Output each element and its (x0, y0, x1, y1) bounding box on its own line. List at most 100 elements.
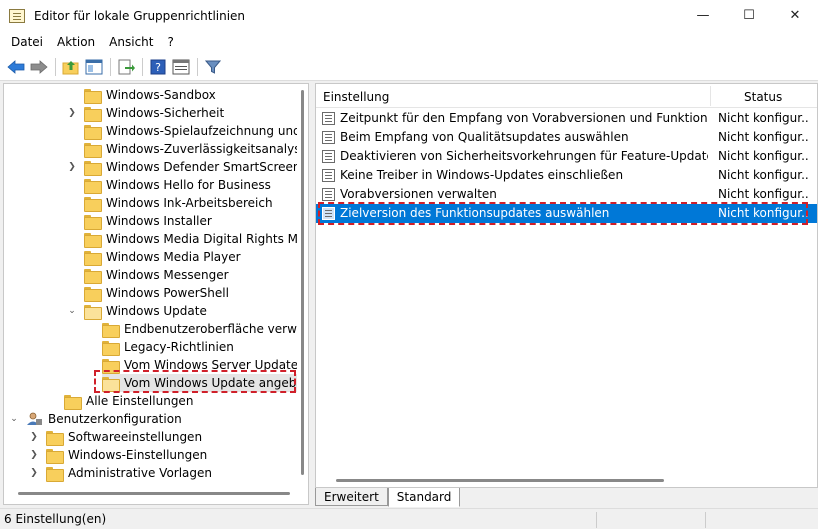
folder-icon (64, 394, 82, 410)
tree-pane[interactable]: Windows-Sandbox ❯ Windows-Sicherheit Win… (3, 83, 309, 505)
forward-arrow-icon[interactable] (28, 56, 50, 78)
policy-setting-icon (322, 112, 335, 125)
folder-open-icon (102, 376, 120, 392)
list-item[interactable]: Beim Empfang von Qualitätsupdates auswäh… (316, 128, 817, 147)
status-separator (705, 512, 706, 528)
tab-standard[interactable]: Standard (387, 488, 461, 507)
chevron-down-icon[interactable]: ⌄ (8, 413, 20, 425)
list-item[interactable]: Vorabversionen verwalten Nicht konfigur.… (316, 185, 817, 204)
folder-icon (84, 286, 102, 302)
close-button[interactable]: ✕ (772, 0, 818, 31)
tree-item-administrative-templates[interactable]: ❯ Administrative Vorlagen (28, 464, 212, 482)
folder-icon (46, 466, 64, 482)
window-controls: — ☐ ✕ (680, 0, 818, 31)
folder-open-icon (84, 304, 102, 320)
export-list-icon[interactable] (115, 56, 137, 78)
tree-item-windows-sandbox[interactable]: Windows-Sandbox (84, 86, 216, 104)
folder-icon (84, 124, 102, 140)
policy-setting-icon (322, 150, 335, 163)
tab-extended[interactable]: Erweitert (315, 488, 388, 506)
folder-icon (84, 88, 102, 104)
chevron-right-icon[interactable]: ❯ (28, 449, 40, 461)
tree-horizontal-scroll-thumb[interactable] (18, 492, 290, 495)
menu-file[interactable]: Datei (4, 35, 50, 49)
minimize-button[interactable]: — (680, 0, 726, 31)
tree-item-windows-security[interactable]: ❯ Windows-Sicherheit (66, 104, 224, 122)
folder-icon (102, 322, 120, 338)
folder-icon (84, 196, 102, 212)
properties-icon[interactable] (170, 56, 192, 78)
folder-icon (102, 358, 120, 374)
list-horizontal-scroll-thumb[interactable] (336, 479, 664, 482)
view-tabs: Erweitert Standard (315, 488, 461, 507)
toolbar-separator (55, 57, 56, 76)
status-separator (596, 512, 597, 528)
tree-item-ink-workspace[interactable]: Windows Ink-Arbeitsbereich (84, 194, 273, 212)
tree-item-windows-hello[interactable]: Windows Hello for Business (84, 176, 271, 194)
tree-item-windows-installer[interactable]: Windows Installer (84, 212, 212, 230)
folder-icon (84, 250, 102, 266)
help-icon[interactable]: ? (147, 56, 169, 78)
tree-vertical-scrollbar[interactable] (297, 84, 308, 504)
column-header-status[interactable]: Status (744, 90, 782, 104)
tree-item-defender-smartscreen[interactable]: ❯ Windows Defender SmartScreen (66, 158, 301, 176)
tree-item-legacy-policies[interactable]: Legacy-Richtlinien (102, 338, 234, 356)
tree-item-wsus-updates[interactable]: Vom Windows Server Update Ser (102, 356, 308, 374)
toolbar-separator (110, 57, 111, 76)
list-item[interactable]: Keine Treiber in Windows-Updates einschl… (316, 166, 817, 185)
folder-icon (102, 340, 120, 356)
tree-item-windows-update[interactable]: ⌄ Windows Update (66, 302, 207, 320)
tree-item-media-drm[interactable]: Windows Media Digital Rights Mana (84, 230, 308, 248)
toolbar-separator (197, 57, 198, 76)
menu-help[interactable]: ? (160, 35, 180, 49)
tree-vertical-scroll-thumb[interactable] (301, 90, 304, 475)
maximize-button[interactable]: ☐ (726, 0, 772, 31)
folder-icon (84, 142, 102, 158)
toolbar: ? (0, 53, 818, 81)
tree-item-game-recording[interactable]: Windows-Spielaufzeichnung und -ü (84, 122, 308, 140)
chevron-right-icon[interactable]: ❯ (66, 161, 78, 173)
column-divider[interactable] (710, 86, 711, 106)
tree-item-software-settings[interactable]: ❯ Softwareeinstellungen (28, 428, 202, 446)
list-item-selected[interactable]: Zielversion des Funktionsupdates auswähl… (316, 204, 817, 223)
title-bar: Editor für lokale Gruppenrichtlinien — ☐… (0, 0, 818, 31)
policy-setting-icon (322, 169, 335, 182)
tree-item-user-configuration[interactable]: ⌄ Benutzerkonfiguration (8, 410, 181, 428)
tree-item-end-user-experience[interactable]: Endbenutzeroberfläche verwalten (102, 320, 308, 338)
toolbar-separator (142, 57, 143, 76)
list-column-header: Einstellung Status (316, 84, 817, 108)
window-title: Editor für lokale Gruppenrichtlinien (34, 8, 246, 23)
svg-text:?: ? (155, 61, 161, 74)
user-configuration-icon (26, 412, 42, 426)
chevron-right-icon[interactable]: ❯ (28, 431, 40, 443)
policy-setting-icon (322, 188, 335, 201)
tree-item-messenger[interactable]: Windows Messenger (84, 266, 229, 284)
tree-item-windows-settings[interactable]: ❯ Windows-Einstellungen (28, 446, 207, 464)
tree-item-media-player[interactable]: Windows Media Player (84, 248, 241, 266)
column-header-setting[interactable]: Einstellung (323, 90, 389, 104)
list-item[interactable]: Deaktivieren von Sicherheitsvorkehrungen… (316, 147, 817, 166)
tree-item-powershell[interactable]: Windows PowerShell (84, 284, 229, 302)
chevron-down-icon[interactable]: ⌄ (66, 305, 78, 317)
show-hide-tree-icon[interactable] (83, 56, 105, 78)
folder-icon (84, 268, 102, 284)
folder-icon (84, 106, 102, 122)
back-arrow-icon[interactable] (5, 56, 27, 78)
folder-icon (46, 430, 64, 446)
menu-view[interactable]: Ansicht (102, 35, 160, 49)
tree-item-all-settings[interactable]: Alle Einstellungen (64, 392, 193, 410)
up-folder-icon[interactable] (60, 56, 82, 78)
filter-icon[interactable] (202, 56, 224, 78)
status-text: 6 Einstellung(en) (4, 512, 107, 526)
tree-item-reliability-analysis[interactable]: Windows-Zuverlässigkeitsanalyse (84, 140, 308, 158)
tree-item-windows-update-offered[interactable]: Vom Windows Update angebote (102, 374, 308, 392)
chevron-right-icon[interactable]: ❯ (28, 467, 40, 479)
chevron-right-icon[interactable]: ❯ (66, 107, 78, 119)
policy-setting-icon (322, 131, 335, 144)
menu-bar: Datei Aktion Ansicht ? (0, 31, 818, 53)
settings-list-pane[interactable]: Einstellung Status Zeitpunkt für den Emp… (315, 83, 818, 488)
policy-setting-icon (322, 207, 335, 220)
menu-action[interactable]: Aktion (50, 35, 102, 49)
folder-icon (46, 448, 64, 464)
list-item[interactable]: Zeitpunkt für den Empfang von Vorabversi… (316, 109, 817, 128)
